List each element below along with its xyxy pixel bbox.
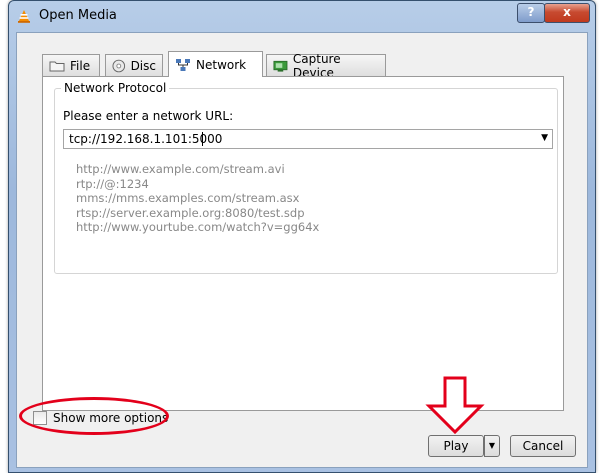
disc-icon xyxy=(112,59,126,72)
window-title: Open Media xyxy=(39,8,117,23)
annotation-ellipse xyxy=(19,397,169,435)
help-button[interactable]: ? xyxy=(517,3,545,23)
chevron-down-icon: ▼ xyxy=(488,441,496,450)
vlc-cone-icon xyxy=(18,10,30,23)
tab-network-label: Network xyxy=(196,57,247,72)
titlebar[interactable]: Open Media ? x xyxy=(9,1,595,31)
network-tab-panel: Network Protocol Please enter a network … xyxy=(42,76,564,411)
network-url-input[interactable]: tcp://192.168.1.101:5000 xyxy=(69,132,222,146)
tab-disc-label: Disc xyxy=(130,58,156,73)
annotation-arrow-icon xyxy=(425,376,485,434)
tab-disc[interactable]: Disc xyxy=(105,54,163,76)
play-button[interactable]: Play xyxy=(428,435,484,457)
tab-file[interactable]: File xyxy=(42,54,100,76)
url-example: rtp://@:1234 xyxy=(76,176,149,191)
tab-capture-device[interactable]: Capture Device xyxy=(266,52,386,80)
play-dropdown-button[interactable]: ▼ xyxy=(484,435,500,457)
chevron-down-icon[interactable]: ▼ xyxy=(541,133,548,143)
url-example: rtsp://server.example.org:8080/test.sdp xyxy=(76,205,305,220)
tab-network[interactable]: Network xyxy=(168,51,263,77)
network-protocol-title: Network Protocol xyxy=(61,81,170,95)
url-example: mms://mms.examples.com/stream.asx xyxy=(76,191,300,205)
network-protocol-group: Network Protocol Please enter a network … xyxy=(54,81,558,274)
url-examples: http://www.example.com/stream.avi rtp://… xyxy=(76,162,319,235)
text-caret xyxy=(202,132,203,146)
close-button[interactable]: x xyxy=(544,3,590,23)
url-example: http://www.yourtube.com/watch?v=gg64x xyxy=(76,220,320,234)
network-url-combobox[interactable]: tcp://192.168.1.101:5000 ▼ xyxy=(63,129,553,149)
open-media-window: Open Media ? x File Disc Network Capture… xyxy=(8,0,596,473)
capture-device-icon xyxy=(273,60,288,72)
network-icon xyxy=(176,58,190,71)
url-example: http://www.example.com/stream.avi xyxy=(76,162,285,176)
network-url-label: Please enter a network URL: xyxy=(63,109,234,123)
tab-file-label: File xyxy=(70,58,91,73)
folder-icon xyxy=(49,61,65,71)
cancel-button[interactable]: Cancel xyxy=(510,435,576,457)
dialog-client-area: File Disc Network Capture Device Network… xyxy=(16,32,588,468)
